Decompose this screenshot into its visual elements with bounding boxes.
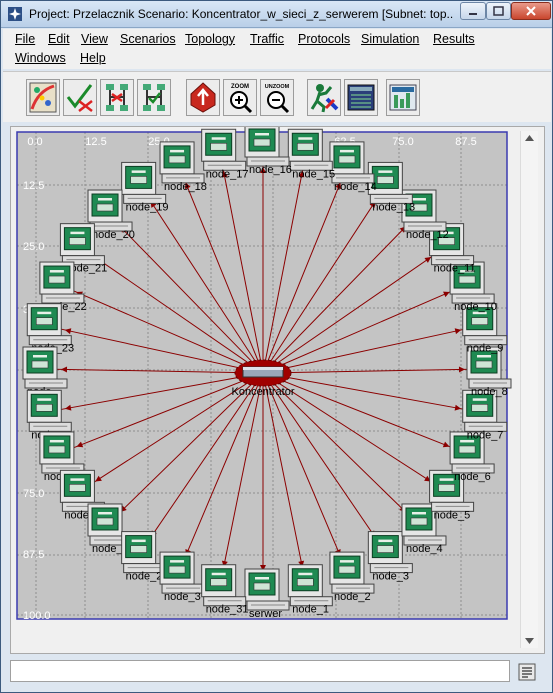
recover-node-icon [143,84,165,111]
menu-topology[interactable]: Topology [185,32,235,46]
scroll-down-icon [525,638,534,644]
menu-windows[interactable]: Windows [15,51,66,65]
scroll-up-icon [525,135,534,141]
check-links-icon [66,84,93,112]
menu-view[interactable]: View [81,32,108,46]
hub-node[interactable] [234,359,292,387]
node-label: node_ [92,543,123,555]
configure-run-icon [310,84,339,113]
zoom-in-icon: ZOOM [230,84,253,114]
y-tick-label: 87.5 [23,549,44,561]
node-label: node_2 [126,571,163,583]
node-label: node_7 [467,429,504,441]
vertical-scrollbar[interactable] [520,131,538,648]
minimize-icon [469,13,477,15]
node-label: node_13 [372,201,415,213]
node-label: node_15 [292,168,335,180]
menu-bar: File Edit View Scenarios Topology Traffi… [3,29,551,69]
failure-node-button[interactable] [100,79,134,116]
node-label: node_2 [334,591,371,603]
web-report-button[interactable] [386,79,420,116]
failure-node-icon [106,84,128,111]
check-links-button[interactable] [63,79,97,116]
x-tick-label: 87.5 [455,136,476,148]
configure-run-button[interactable] [307,79,341,116]
node-label: node_9 [467,343,504,355]
node-label: node_10 [454,301,497,313]
x-tick-label: 0.0 [27,136,42,148]
status-message-field [10,660,510,682]
object-palette-button[interactable] [26,79,60,116]
y-tick-label: 100.0 [23,610,51,622]
y-tick-label: 12.5 [23,180,44,192]
svg-text:ZOOM: ZOOM [231,84,249,90]
svg-text:UNZOOM: UNZOOM [265,84,290,90]
node-label: node_3 [372,571,409,583]
recover-node-button[interactable] [137,79,171,116]
menu-results[interactable]: Results [433,32,475,46]
zoom-out-button[interactable]: UNZOOM [260,79,294,116]
node-label: node_3 [164,591,201,603]
return-to-parent-button[interactable] [186,79,220,116]
node-label: node_18 [164,181,207,193]
node-label: node_1 [292,604,329,616]
menu-help[interactable]: Help [80,51,106,65]
menu-protocols[interactable]: Protocols [298,32,350,46]
network-canvas[interactable]: 0.012.525.062.575.087.512.525.0375.087.5… [11,127,521,654]
node-label: node_8 [471,386,508,398]
node-label: node_20 [92,229,135,241]
node-label: serwer [249,608,282,620]
view-results-icon [347,84,375,111]
y-tick-label: 25.0 [23,241,44,253]
node-label: node_6 [454,471,491,483]
toolbar: ZOOM UNZOOM [3,71,551,122]
zoom-out-icon: UNZOOM [265,84,290,114]
node-label: node_16 [249,164,292,176]
y-tick-label: 75.0 [23,488,44,500]
menu-traffic[interactable]: Traffic [250,32,284,46]
view-results-button[interactable] [344,79,378,116]
application-window: Project: Przelacznik Scenario: Koncentra… [0,0,553,693]
node-label: node_14 [334,181,377,193]
title-bar: Project: Przelacznik Scenario: Koncentra… [1,1,552,28]
node-label: node_17 [206,168,249,180]
x-tick-label: 12.5 [85,136,106,148]
close-icon [526,6,536,16]
node-label: node_5 [434,509,471,521]
minimize-button[interactable] [460,2,486,20]
node-label: node_11 [434,263,476,275]
menu-edit[interactable]: Edit [48,32,70,46]
close-button[interactable] [511,2,551,20]
status-log-icon[interactable] [518,663,536,681]
maximize-icon [493,6,504,16]
project-workspace: 0.012.525.062.575.087.512.525.0375.087.5… [10,126,545,654]
x-tick-label: 75.0 [392,136,413,148]
web-report-icon [389,84,417,111]
object-palette-icon [29,82,57,113]
node-label: node_19 [126,201,169,213]
node-label: node_31 [206,604,249,616]
node-label: node_12 [406,229,449,241]
menu-scenarios[interactable]: Scenarios [120,32,176,46]
zoom-in-button[interactable]: ZOOM [223,79,257,116]
node-label: node_4 [406,543,443,555]
return-to-parent-icon [190,82,216,113]
window-title: Project: Przelacznik Scenario: Koncentra… [29,7,454,21]
hub-label: Koncentrator [232,386,295,398]
menu-simulation[interactable]: Simulation [361,32,419,46]
maximize-button[interactable] [486,2,511,20]
status-bar [10,657,545,689]
app-icon [8,7,22,21]
menu-file[interactable]: File [15,32,35,46]
